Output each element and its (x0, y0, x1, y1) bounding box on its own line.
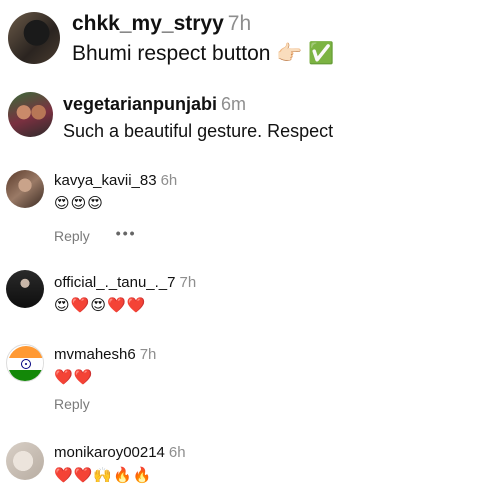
username[interactable]: chkk_my_stryy (72, 12, 224, 35)
username[interactable]: monikaroy00214 (54, 444, 165, 461)
username[interactable]: kavya_kavii_83 (54, 172, 157, 189)
comment-meta: monikaroy00214 6h (54, 444, 186, 461)
timestamp: 6h (168, 444, 186, 461)
avatar[interactable] (6, 170, 44, 208)
comment-text: Bhumi respect button 👉🏻 ✅ (72, 42, 335, 65)
timestamp: 7h (139, 346, 157, 363)
comment-body: chkk_my_stryy 7h Bhumi respect button 👉🏻 … (72, 12, 334, 66)
comment-text: Such a beautiful gesture. Respect (63, 121, 334, 141)
comment-body: vegetarianpunjabi 6m Such a beautiful ges… (63, 94, 333, 142)
reply-button[interactable]: Reply (54, 228, 90, 244)
more-options-icon[interactable]: ••• (116, 225, 137, 241)
username[interactable]: vegetarianpunjabi (63, 94, 217, 114)
comment-body: monikaroy00214 6h ❤️❤️🙌🔥🔥 (54, 444, 186, 484)
comment-meta: mvmahesh6 7h (54, 346, 156, 363)
flag-icon (8, 346, 43, 381)
timestamp: 6h (160, 172, 178, 189)
timestamp: 7h (227, 12, 252, 35)
comment-meta: official_._tanu_._7 7h (54, 274, 196, 291)
comment-body: official_._tanu_._7 7h 😍❤️😍❤️❤️ (54, 274, 196, 314)
comment-actions: Reply (54, 396, 156, 412)
comment-meta: vegetarianpunjabi 6m (63, 94, 333, 115)
comment-meta: kavya_kavii_83 6h (54, 172, 177, 189)
avatar[interactable] (6, 270, 44, 308)
username[interactable]: official_._tanu_._7 (54, 274, 176, 291)
username[interactable]: mvmahesh6 (54, 346, 136, 363)
comment-actions: Reply ••• (54, 225, 177, 244)
comment-meta: chkk_my_stryy 7h (72, 12, 334, 36)
avatar[interactable] (8, 12, 60, 64)
reply-button[interactable]: Reply (54, 396, 90, 412)
timestamp: 7h (179, 274, 197, 291)
comment-emojis: 😍❤️😍❤️❤️ (54, 296, 147, 314)
avatar[interactable] (6, 442, 44, 480)
comment-emojis: 😍😍😍 (54, 194, 104, 212)
comment-emojis: ❤️❤️🙌🔥🔥 (54, 466, 153, 484)
comment-emojis: ❤️❤️ (54, 368, 94, 386)
comment-body: kavya_kavii_83 6h 😍😍😍 Reply ••• (54, 172, 177, 244)
comment-body: mvmahesh6 7h ❤️❤️ Reply (54, 346, 156, 412)
avatar[interactable] (8, 92, 53, 137)
indian-flag-avatar[interactable] (6, 344, 44, 382)
timestamp: 6m (221, 94, 247, 114)
